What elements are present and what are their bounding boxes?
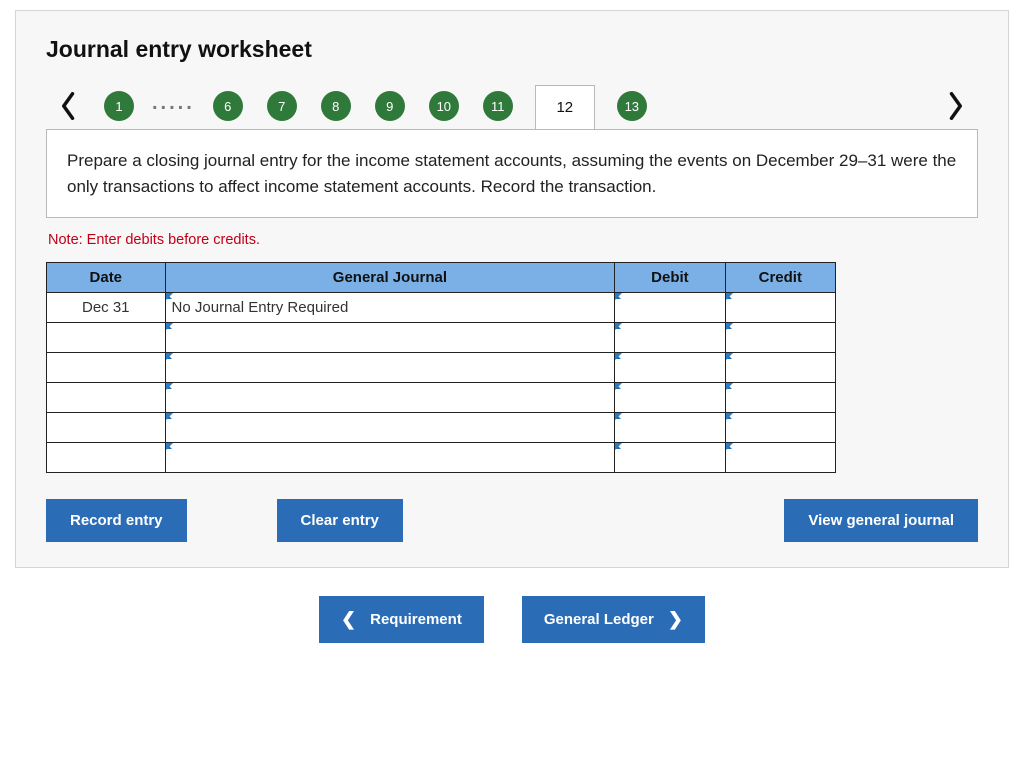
cell-date[interactable] [47,323,166,353]
footer-nav: ❮ Requirement General Ledger ❯ [0,596,1024,643]
cell-gj[interactable] [165,323,615,353]
pager-next[interactable] [932,83,978,129]
cell-date[interactable] [47,413,166,443]
pager-current-tab[interactable]: 12 [535,85,595,129]
cell-debit[interactable] [615,443,725,473]
prompt-box: Prepare a closing journal entry for the … [46,129,978,218]
pager-item-1[interactable]: 1 [104,91,134,121]
action-row: Record entry Clear entry View general jo… [46,499,978,542]
table-row [47,353,836,383]
cell-credit[interactable] [725,353,835,383]
pager-item-13[interactable]: 13 [617,91,647,121]
cell-credit[interactable] [725,413,835,443]
cell-credit[interactable] [725,293,835,323]
table-row: Dec 31 No Journal Entry Required [47,293,836,323]
cell-debit[interactable] [615,323,725,353]
cell-gj[interactable]: No Journal Entry Required [165,293,615,323]
cell-gj[interactable] [165,383,615,413]
next-label: General Ledger [544,611,654,628]
cell-date[interactable] [47,353,166,383]
cell-credit[interactable] [725,443,835,473]
cell-debit[interactable] [615,293,725,323]
cell-debit[interactable] [615,413,725,443]
cell-debit[interactable] [615,383,725,413]
pager-item-9[interactable]: 9 [375,91,405,121]
pager-ellipsis: ..... [146,92,201,121]
pager-item-10[interactable]: 10 [429,91,459,121]
journal-rows: Dec 31 No Journal Entry Required [47,293,836,473]
cell-date[interactable]: Dec 31 [47,293,166,323]
chevron-left-icon: ❮ [341,609,356,630]
pager-item-7[interactable]: 7 [267,91,297,121]
pager-item-6[interactable]: 6 [213,91,243,121]
table-row [47,323,836,353]
chevron-right-icon [946,92,964,120]
view-general-journal-button[interactable]: View general journal [784,499,978,542]
prev-label: Requirement [370,611,462,628]
pager-item-11[interactable]: 11 [483,91,513,121]
page-title: Journal entry worksheet [46,36,978,63]
cell-credit[interactable] [725,383,835,413]
table-row [47,383,836,413]
pager-prev[interactable] [46,83,92,129]
clear-entry-button[interactable]: Clear entry [277,499,403,542]
pager: 1 ..... 6 7 8 9 10 11 12 13 [46,83,978,129]
journal-entry-table: Date General Journal Debit Credit Dec 31… [46,262,836,473]
next-general-ledger-button[interactable]: General Ledger ❯ [522,596,705,643]
cell-gj[interactable] [165,413,615,443]
col-gj-header: General Journal [165,263,615,293]
cell-credit[interactable] [725,323,835,353]
cell-debit[interactable] [615,353,725,383]
cell-date[interactable] [47,383,166,413]
record-entry-button[interactable]: Record entry [46,499,187,542]
note-text: Note: Enter debits before credits. [48,232,978,248]
pager-item-8[interactable]: 8 [321,91,351,121]
cell-gj[interactable] [165,443,615,473]
worksheet-card: Journal entry worksheet 1 ..... 6 7 8 9 … [15,10,1009,568]
chevron-right-icon: ❯ [668,609,683,630]
table-row [47,443,836,473]
col-date-header: Date [47,263,166,293]
col-credit-header: Credit [725,263,835,293]
prev-requirement-button[interactable]: ❮ Requirement [319,596,484,643]
col-debit-header: Debit [615,263,725,293]
chevron-left-icon [60,92,78,120]
table-row [47,413,836,443]
cell-date[interactable] [47,443,166,473]
cell-gj[interactable] [165,353,615,383]
